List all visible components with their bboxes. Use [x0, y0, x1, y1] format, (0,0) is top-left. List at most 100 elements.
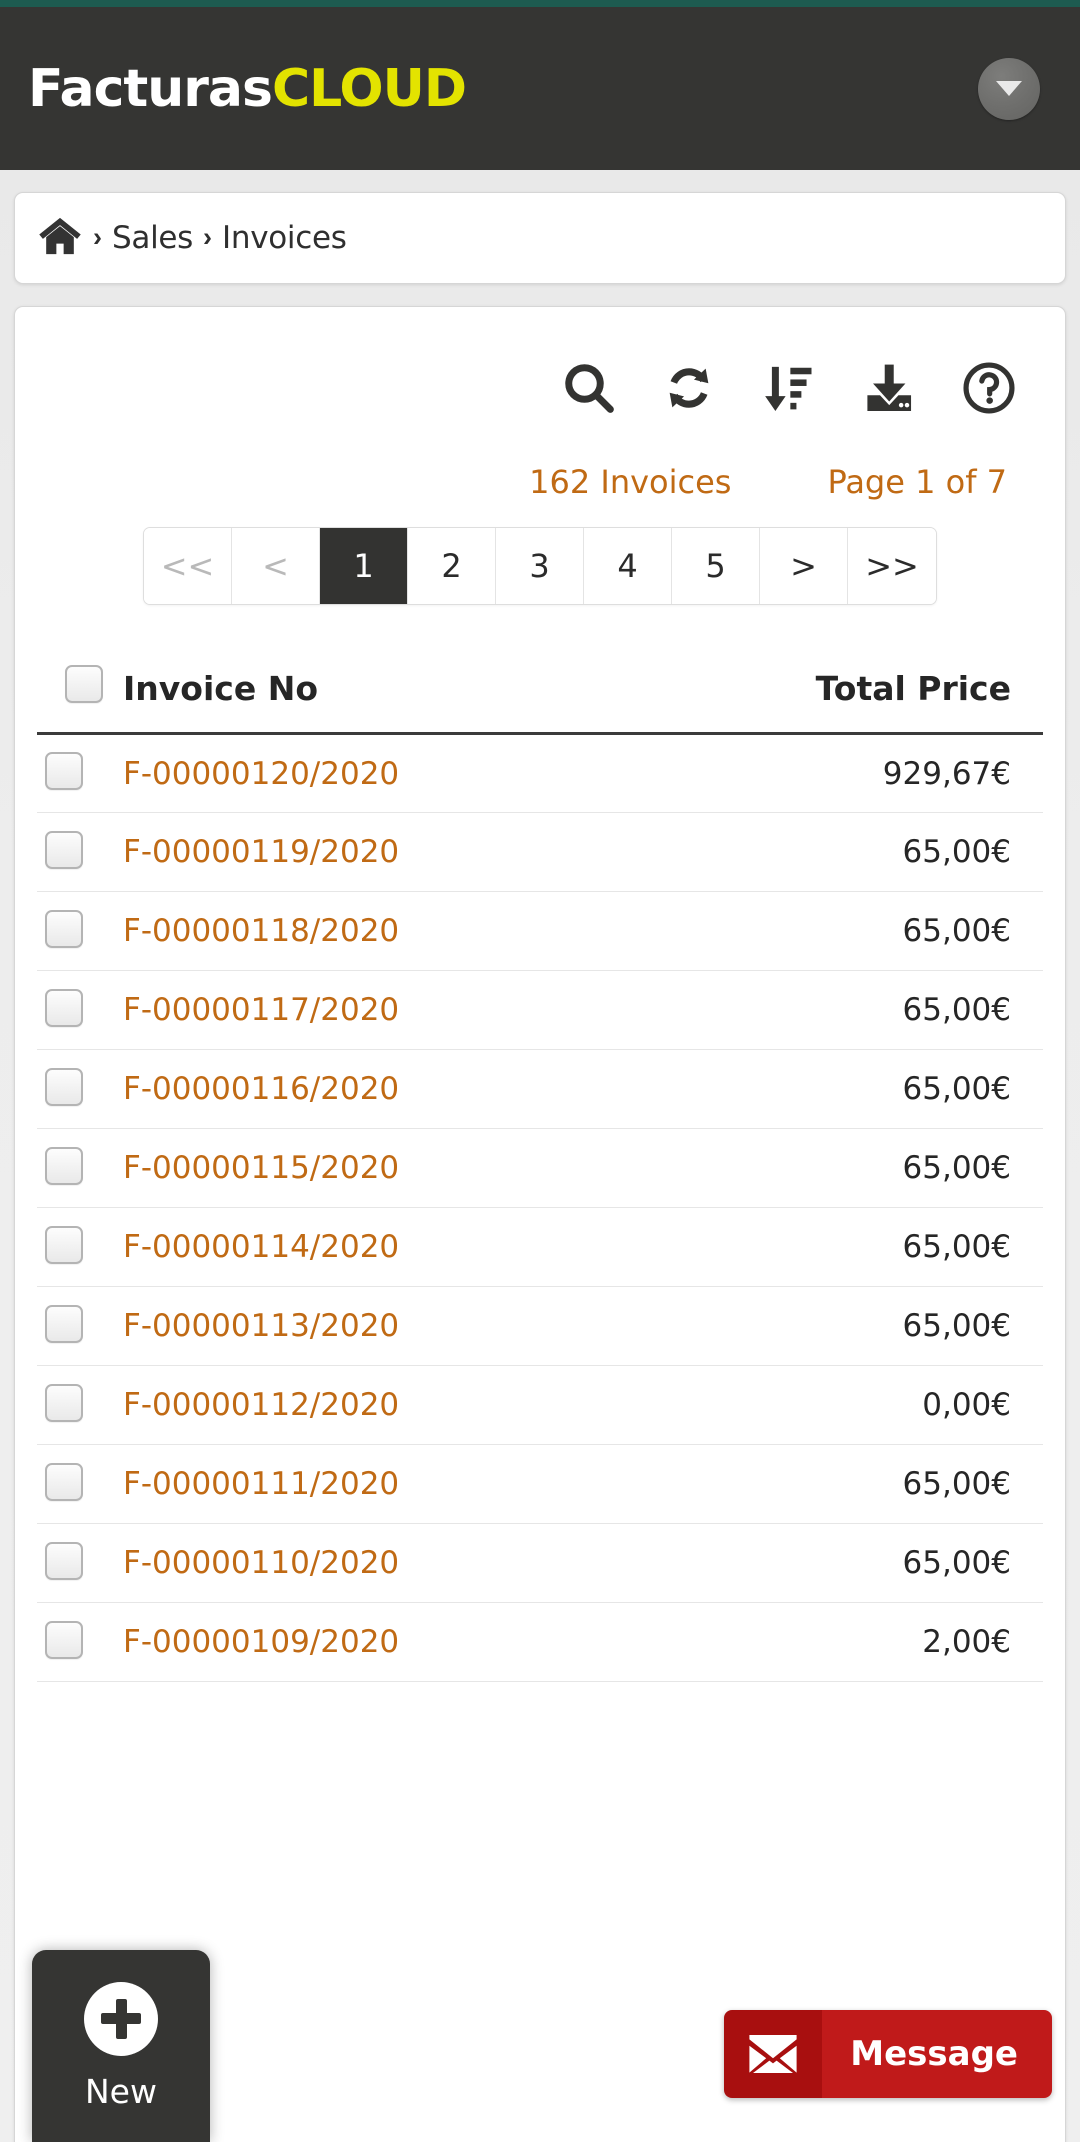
invoice-no-link[interactable]: F-00000114/2020	[123, 1207, 628, 1287]
invoice-total-price: 65,00€	[627, 1286, 1043, 1366]
message-label: Message	[822, 2010, 1052, 2098]
sort-button[interactable]	[761, 360, 817, 416]
row-select-cell	[37, 1444, 123, 1524]
row-checkbox[interactable]	[45, 1146, 83, 1185]
invoice-total-price: 0,00€	[627, 1365, 1043, 1445]
table-row[interactable]: F-00000113/2020 65,00€	[37, 1286, 1043, 1366]
invoice-total-price: 65,00€	[627, 1128, 1043, 1208]
invoice-no-link[interactable]: F-00000113/2020	[123, 1286, 628, 1366]
pagination-page-4[interactable]: 4	[584, 528, 672, 604]
invoice-total-price: 2,00€	[627, 1602, 1043, 1682]
download-button[interactable]	[861, 360, 917, 416]
row-select-cell	[37, 1602, 123, 1682]
invoice-total-price: 65,00€	[627, 970, 1043, 1050]
invoice-no-link[interactable]: F-00000111/2020	[123, 1444, 628, 1524]
column-header-total-price[interactable]: Total Price	[627, 665, 1043, 735]
table-row[interactable]: F-00000110/2020 65,00€	[37, 1523, 1043, 1603]
record-count-label: 162 Invoices	[529, 463, 732, 501]
table-row[interactable]: F-00000119/2020 65,00€	[37, 812, 1043, 892]
row-checkbox[interactable]	[45, 1541, 83, 1580]
row-select-cell	[37, 1049, 123, 1129]
new-invoice-label: New	[85, 2071, 157, 2111]
column-header-invoice-no[interactable]: Invoice No	[123, 665, 628, 735]
invoice-no-link[interactable]: F-00000109/2020	[123, 1602, 628, 1682]
message-button[interactable]: Message	[724, 2010, 1052, 2098]
table-row[interactable]: F-00000109/2020 2,00€	[37, 1602, 1043, 1682]
invoice-no-link[interactable]: F-00000118/2020	[123, 891, 628, 971]
invoice-total-price: 65,00€	[627, 891, 1043, 971]
invoice-total-price: 65,00€	[627, 1207, 1043, 1287]
row-checkbox[interactable]	[45, 752, 83, 790]
row-select-cell	[37, 812, 123, 892]
pagination-page-5[interactable]: 5	[672, 528, 760, 604]
row-select-cell	[37, 1523, 123, 1603]
table-row[interactable]: F-00000116/2020 65,00€	[37, 1049, 1043, 1129]
table-row[interactable]: F-00000118/2020 65,00€	[37, 891, 1043, 971]
row-select-cell	[37, 1207, 123, 1287]
table-row[interactable]: F-00000120/2020 929,67€	[37, 733, 1043, 813]
help-button[interactable]	[961, 360, 1017, 416]
row-checkbox[interactable]	[45, 1304, 83, 1343]
invoice-no-link[interactable]: F-00000116/2020	[123, 1049, 628, 1129]
row-checkbox[interactable]	[45, 909, 83, 948]
table-row[interactable]: F-00000112/2020 0,00€	[37, 1365, 1043, 1445]
select-all-checkbox[interactable]	[65, 665, 103, 703]
row-checkbox[interactable]	[45, 988, 83, 1027]
user-menu-button[interactable]	[978, 57, 1040, 120]
pagination-last[interactable]: >>	[848, 528, 936, 604]
home-icon[interactable]	[37, 216, 83, 261]
invoice-no-link[interactable]: F-00000110/2020	[123, 1523, 628, 1603]
invoice-no-link[interactable]: F-00000119/2020	[123, 812, 628, 892]
pagination-page-3[interactable]: 3	[496, 528, 584, 604]
breadcrumb-separator-1: ›	[93, 221, 102, 252]
row-select-cell	[37, 891, 123, 971]
row-checkbox[interactable]	[45, 1067, 83, 1106]
invoice-total-price: 65,00€	[627, 1049, 1043, 1129]
app-logo[interactable]: FacturasCLOUD	[28, 63, 467, 115]
refresh-icon	[662, 361, 716, 415]
invoice-no-link[interactable]: F-00000115/2020	[123, 1128, 628, 1208]
invoice-total-price: 65,00€	[627, 1523, 1043, 1603]
invoices-table: Invoice No Total Price F-00000120/2020 9…	[37, 665, 1043, 1682]
row-checkbox[interactable]	[45, 1462, 83, 1501]
row-checkbox[interactable]	[45, 1225, 83, 1264]
breadcrumb-item-sales[interactable]: Sales	[112, 220, 193, 256]
row-select-cell	[37, 733, 123, 813]
invoice-no-link[interactable]: F-00000112/2020	[123, 1365, 628, 1445]
refresh-button[interactable]	[661, 360, 717, 416]
search-button[interactable]	[561, 360, 617, 416]
select-all-cell	[37, 665, 123, 735]
row-select-cell	[37, 970, 123, 1050]
row-select-cell	[37, 1286, 123, 1366]
app-root: FacturasCLOUD › Sales › Invoices 162 Inv…	[0, 0, 1080, 2142]
invoice-no-link[interactable]: F-00000120/2020	[123, 733, 628, 813]
pagination-wrap: << < 1 2 3 4 5 > >>	[37, 501, 1043, 605]
pagination-page-1[interactable]: 1	[320, 528, 408, 604]
breadcrumb-item-invoices[interactable]: Invoices	[222, 220, 347, 256]
invoices-panel: 162 Invoices Page 1 of 7 << < 1 2 3 4 5 …	[14, 306, 1066, 2142]
invoice-total-price: 929,67€	[627, 733, 1043, 813]
chevron-down-icon	[996, 81, 1022, 96]
envelope-icon	[724, 2010, 823, 2098]
row-select-cell	[37, 1128, 123, 1208]
pagination-next[interactable]: >	[760, 528, 848, 604]
breadcrumb: › Sales › Invoices	[14, 192, 1066, 284]
table-row[interactable]: F-00000117/2020 65,00€	[37, 970, 1043, 1050]
invoice-no-link[interactable]: F-00000117/2020	[123, 970, 628, 1050]
row-checkbox[interactable]	[45, 1620, 83, 1659]
pagination-first[interactable]: <<	[144, 528, 232, 604]
table-row[interactable]: F-00000115/2020 65,00€	[37, 1128, 1043, 1208]
search-icon	[562, 361, 616, 415]
row-checkbox[interactable]	[45, 830, 83, 869]
table-row[interactable]: F-00000111/2020 65,00€	[37, 1444, 1043, 1524]
sort-descending-icon	[762, 361, 816, 415]
row-checkbox[interactable]	[45, 1383, 83, 1422]
page-indicator-label: Page 1 of 7	[827, 463, 1007, 501]
table-row[interactable]: F-00000114/2020 65,00€	[37, 1207, 1043, 1287]
toolbar	[37, 333, 1043, 429]
invoice-total-price: 65,00€	[627, 812, 1043, 892]
new-invoice-button[interactable]: New	[32, 1950, 210, 2142]
download-icon	[862, 361, 916, 415]
pagination-page-2[interactable]: 2	[408, 528, 496, 604]
pagination-prev[interactable]: <	[232, 528, 320, 604]
